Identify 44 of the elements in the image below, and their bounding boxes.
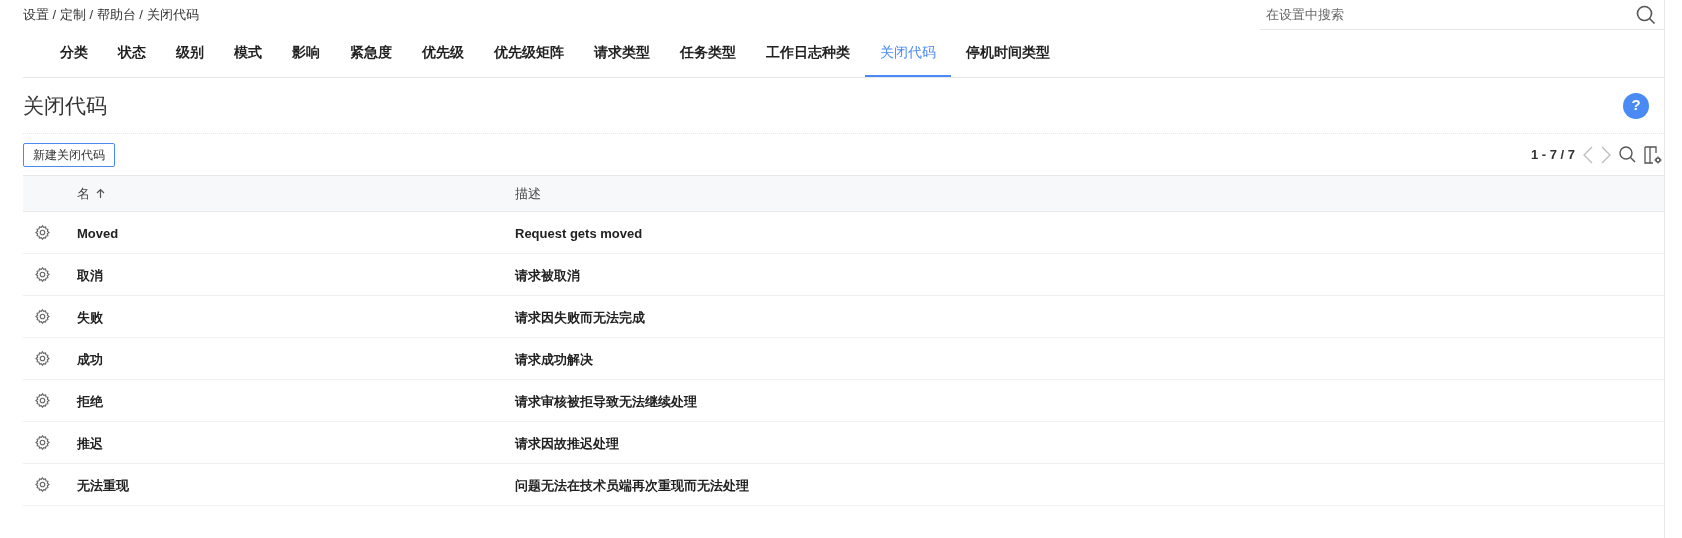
table-cell: 取消 — [77, 267, 103, 283]
table-cell: Request gets moved — [515, 225, 643, 241]
tab[interactable]: 优先级 — [407, 30, 479, 77]
tab[interactable]: 级别 — [161, 30, 219, 77]
tab[interactable]: 影响 — [277, 30, 335, 77]
pager-text: 1 - 7 / 7 — [1530, 145, 1575, 164]
gear-icon[interactable] — [33, 266, 51, 283]
table-cell: Moved — [77, 225, 119, 241]
table-cell: 推迟 — [77, 435, 103, 451]
gear-icon[interactable] — [33, 392, 51, 409]
table-cell: 无法重现 — [77, 477, 129, 493]
column-header[interactable]: 名 — [77, 183, 90, 204]
breadcrumb: 设置 / 定制 / 帮助台 / 关闭代码 — [23, 6, 199, 25]
column-settings-icon[interactable] — [1644, 145, 1662, 164]
table-cell: 请求被取消 — [515, 267, 580, 283]
page-title: 关闭代码 — [23, 92, 107, 119]
gear-icon[interactable] — [33, 434, 51, 451]
table-cell: 失败 — [77, 309, 103, 325]
tab[interactable]: 工作日志种类 — [751, 30, 865, 77]
search-icon[interactable] — [1619, 146, 1636, 163]
tab[interactable]: 分类 — [45, 30, 103, 77]
tab[interactable]: 任务类型 — [665, 30, 751, 77]
table-cell: 拒绝 — [77, 393, 103, 409]
gear-icon[interactable] — [33, 476, 51, 493]
tab[interactable]: 模式 — [219, 30, 277, 77]
table-cell: 问题无法在技术员端再次重现而无法处理 — [515, 477, 749, 493]
tab[interactable]: 紧急度 — [335, 30, 407, 77]
search-icon[interactable] — [1636, 4, 1656, 25]
gear-icon[interactable] — [33, 350, 51, 367]
table-cell: 请求成功解决 — [515, 351, 593, 367]
table-cell: 成功 — [77, 351, 103, 367]
table-cell: 请求因失败而无法完成 — [515, 309, 645, 325]
tab[interactable]: 优先级矩阵 — [479, 30, 579, 77]
column-header[interactable]: 描述 — [515, 183, 541, 204]
tab[interactable]: 请求类型 — [579, 30, 665, 77]
search-field[interactable]: 在设置中搜索 — [1266, 4, 1636, 25]
table-cell: 请求审核被拒导致无法继续处理 — [515, 393, 697, 409]
gear-icon[interactable] — [33, 308, 51, 325]
gear-icon[interactable] — [33, 224, 51, 241]
tab[interactable]: 停机时间类型 — [951, 30, 1065, 77]
table-cell: 请求因故推迟处理 — [515, 435, 619, 451]
tab[interactable]: 关闭代码 — [865, 30, 951, 77]
new-button[interactable]: 新建关闭代码 — [23, 142, 115, 167]
tab[interactable]: 状态 — [103, 30, 161, 77]
